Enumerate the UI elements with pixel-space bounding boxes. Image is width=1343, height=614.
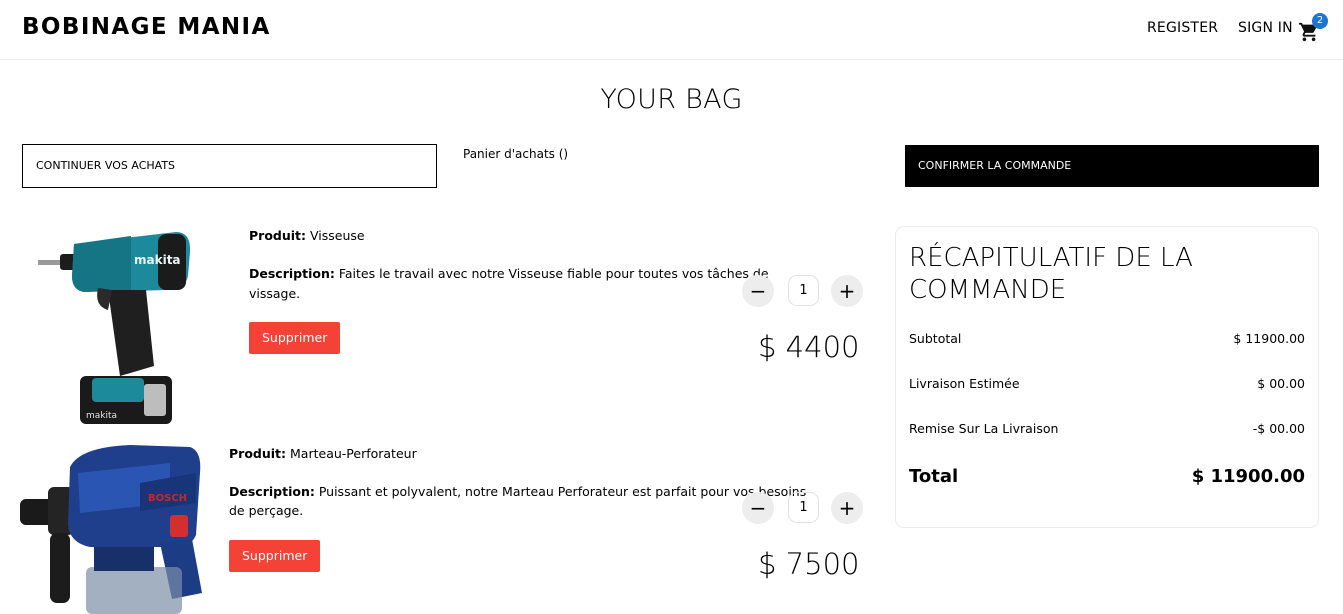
svg-text:makita: makita <box>86 411 117 421</box>
shipping-label: Livraison Estimée <box>909 376 1020 391</box>
register-link[interactable]: REGISTER <box>1147 20 1218 36</box>
product-1-description-label: Description: <box>249 266 335 281</box>
sign-in-link[interactable]: SIGN IN <box>1238 20 1293 36</box>
product-2-description-line: Description: Puissant et polyvalent, not… <box>229 482 806 502</box>
shipping-value: $ 00.00 <box>1257 376 1305 391</box>
product-1-delete-button[interactable]: Supprimer <box>249 322 341 354</box>
total-label: Total <box>909 466 959 487</box>
product-2-name-label: Produit: <box>229 446 287 461</box>
product-2-description-continued: de perçage. <box>229 503 304 518</box>
product-2-name: Marteau-Perforateur <box>290 446 417 461</box>
order-summary-title-line2: COMMANDE <box>909 275 1067 305</box>
product-image-visseuse: makita makita <box>38 232 191 424</box>
cart-count-badge: 2 <box>1312 13 1328 29</box>
order-summary-panel: RÉCAPITULATIF DE LA COMMANDE Subtotal $ … <box>895 226 1319 528</box>
discount-value: -$ 00.00 <box>1252 421 1305 436</box>
confirm-order-button[interactable]: CONFIRMER LA COMMANDE <box>905 145 1319 187</box>
product-2-delete-button[interactable]: Supprimer <box>229 540 321 572</box>
product-2-increase-button[interactable]: + <box>831 492 863 524</box>
total-value: $ 11900.00 <box>1191 466 1305 487</box>
order-summary-title: RÉCAPITULATIF DE LA COMMANDE <box>909 242 1289 306</box>
product-1-name: Visseuse <box>310 228 365 243</box>
product-1-description-continued: vissage. <box>249 286 301 301</box>
product-2-description: Puissant et polyvalent, notre Marteau Pe… <box>318 484 807 499</box>
logo[interactable]: BOBINAGE MANIA <box>22 14 271 40</box>
product-1-description: Faites le travail avec notre Visseuse fi… <box>338 266 769 281</box>
svg-text:BOSCH: BOSCH <box>148 493 187 504</box>
product-1-description-line: Description: Faites le travail avec notr… <box>249 264 769 284</box>
product-2-name-line: Produit: Marteau-Perforateur <box>229 444 417 464</box>
discount-label: Remise Sur La Livraison <box>909 421 1059 436</box>
order-summary-title-line1: RÉCAPITULATIF DE LA <box>909 243 1193 273</box>
product-1-decrease-button[interactable]: − <box>742 275 774 307</box>
product-1-name-label: Produit: <box>249 228 307 243</box>
cart-button[interactable]: 2 <box>1298 13 1328 44</box>
continue-shopping-button[interactable]: CONTINUER VOS ACHATS <box>22 144 437 188</box>
svg-text:makita: makita <box>134 253 181 267</box>
cart-items-text[interactable]: Panier d'achats () <box>463 147 568 161</box>
navbar: BOBINAGE MANIA REGISTER SIGN IN 2 <box>0 0 1343 60</box>
product-2-price: $ 7500 <box>758 547 860 581</box>
product-image-marteau-perforateur: BOSCH <box>20 445 202 614</box>
product-1-increase-button[interactable]: + <box>831 275 863 307</box>
product-1-price: $ 4400 <box>758 330 860 364</box>
product-2-description-label: Description: <box>229 484 315 499</box>
product-2-quantity: 1 <box>788 492 819 523</box>
product-1-name-line: Produit: Visseuse <box>249 226 365 246</box>
product-2-decrease-button[interactable]: − <box>742 492 774 524</box>
subtotal-value: $ 11900.00 <box>1233 331 1305 346</box>
page-title: YOUR BAG <box>600 84 743 115</box>
subtotal-label: Subtotal <box>909 331 962 346</box>
product-1-quantity: 1 <box>788 275 819 306</box>
